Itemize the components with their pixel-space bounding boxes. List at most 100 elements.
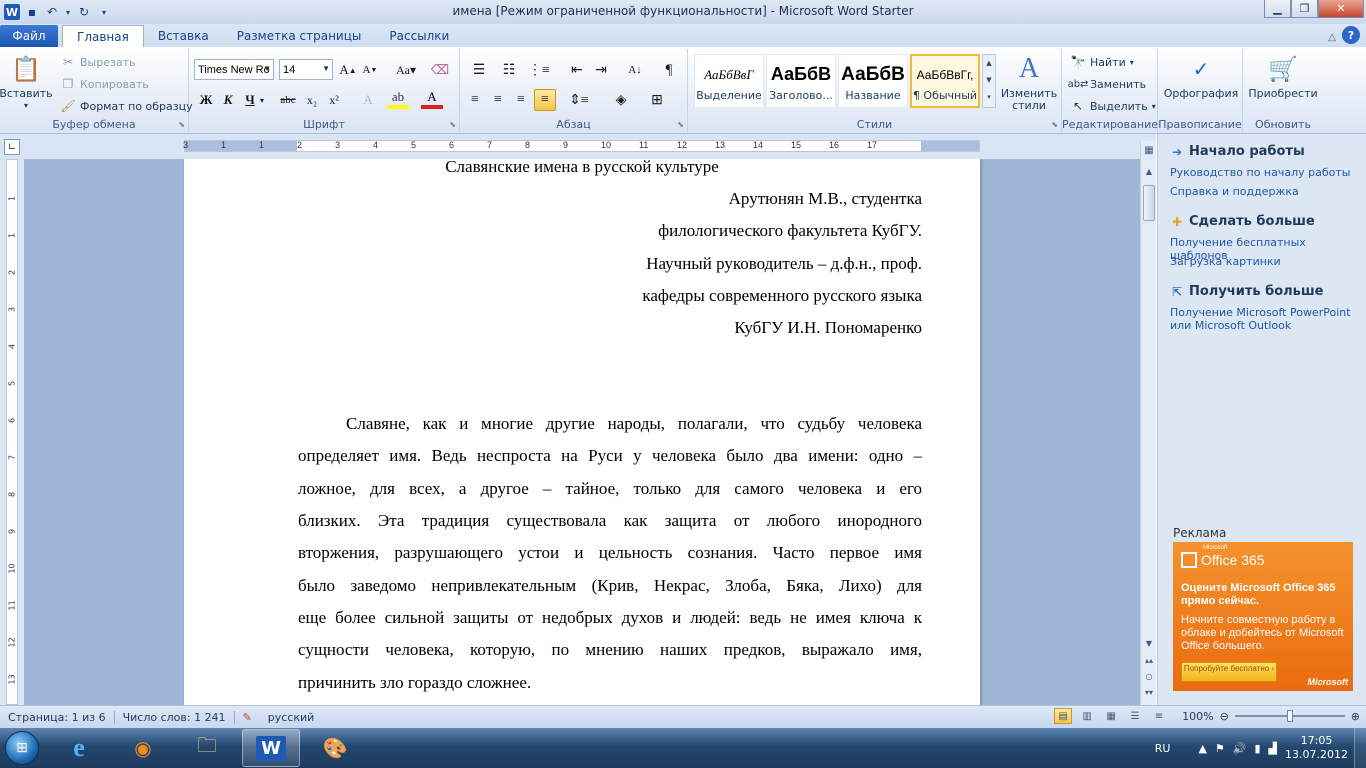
line-spacing-button[interactable]: ⇕≡ [568, 89, 590, 111]
purchase-button[interactable]: 🛒 Приобрести [1245, 53, 1321, 100]
zoom-slider[interactable] [1234, 709, 1345, 723]
dialog-launcher-icon[interactable]: ⬊ [677, 120, 684, 129]
print-layout-view-button[interactable]: ▤ [1054, 708, 1073, 724]
multilevel-list-button[interactable]: ⋮≡ [528, 59, 550, 81]
underline-dropdown-icon[interactable]: ▾ [257, 89, 267, 111]
task-pane-link[interactable]: Справка и поддержка [1170, 185, 1360, 198]
undo-dropdown-icon[interactable]: ▾ [64, 4, 72, 20]
ruler-strip[interactable]: 3 1 1 2 3 4 5 6 7 8 9 10 11 12 13 14 15 16 17 [183, 140, 980, 152]
previous-page-icon[interactable]: ▴▴ [1143, 656, 1155, 665]
style-heading[interactable]: АаБбВ Заголово... [766, 54, 836, 108]
document-area[interactable]: Славянские имена в русской культуре Арут… [24, 159, 1140, 705]
vertical-scrollbar[interactable]: ▦ ▲ ▼ ▴▴ ○ ▾▾ [1140, 141, 1156, 705]
document-page[interactable]: Славянские имена в русской культуре Арут… [184, 159, 980, 705]
dialog-launcher-icon[interactable]: ⬊ [178, 120, 185, 129]
find-button[interactable]: 🔭 Найти ▾ [1070, 54, 1134, 70]
format-painter-button[interactable]: 🖌 Формат по образцу [60, 98, 192, 114]
paint-icon[interactable]: 🎨 [306, 729, 364, 767]
repeat-icon[interactable]: ↻ [76, 4, 92, 20]
volume-icon[interactable]: 🔊 [1233, 742, 1247, 755]
sort-button[interactable]: А↓ [624, 59, 646, 81]
tab-file[interactable]: Файл [0, 25, 58, 47]
zoom-level[interactable]: 100% [1182, 710, 1213, 723]
full-screen-view-button[interactable]: ▥ [1078, 708, 1096, 724]
minimize-ribbon-icon[interactable]: △ [1328, 32, 1336, 43]
decrease-indent-button[interactable]: ⇤ [566, 59, 588, 81]
network-icon[interactable]: ▟ [1269, 742, 1277, 755]
ruler-toggle-icon[interactable]: ▦ [1143, 145, 1155, 156]
change-case-button[interactable]: Aa▾ [391, 59, 421, 81]
select-button[interactable]: ↖ Выделить ▾ [1070, 98, 1156, 114]
replace-button[interactable]: ab⇄ Заменить [1068, 76, 1147, 92]
language-indicator[interactable]: RU [1155, 742, 1171, 755]
subscript-button[interactable]: x₂ [301, 89, 323, 111]
task-pane-link[interactable]: Загрузка картинки [1170, 255, 1360, 268]
browse-object-icon[interactable]: ○ [1143, 672, 1155, 681]
close-button[interactable]: ✕ [1318, 0, 1364, 18]
task-pane-link[interactable]: Получение Microsoft PowerPoint или Micro… [1170, 306, 1360, 332]
bold-button[interactable]: Ж [195, 89, 217, 111]
spelling-button[interactable]: ✓ Орфография [1162, 53, 1240, 100]
start-button[interactable]: ⊞ [0, 728, 44, 768]
next-page-icon[interactable]: ▾▾ [1143, 688, 1155, 697]
style-title[interactable]: АаБбВ Название [838, 54, 908, 108]
scroll-up-arrow[interactable]: ▲ [1143, 167, 1155, 176]
style-normal[interactable]: АаБбВвГг, ¶ Обычный [910, 54, 980, 108]
font-color-button[interactable]: A [421, 89, 443, 109]
scrollbar-thumb[interactable] [1143, 185, 1155, 221]
ad-cta-button[interactable]: Попробуйте бесплатно › [1181, 662, 1277, 682]
styles-scroll[interactable]: ▲ ▼ ▾ [982, 54, 996, 108]
help-icon[interactable]: ? [1342, 26, 1360, 44]
highlight-button[interactable]: ab [387, 89, 409, 109]
dialog-launcher-icon[interactable]: ⬊ [1051, 120, 1058, 129]
office365-ad[interactable]: Microsoft Office 365 Оцените Microsoft O… [1173, 542, 1353, 691]
customize-qat-icon[interactable]: ▾ [96, 4, 112, 20]
strikethrough-button[interactable]: abc [277, 89, 299, 111]
superscript-button[interactable]: x² [323, 89, 345, 111]
zoom-knob[interactable] [1286, 710, 1293, 722]
action-center-icon[interactable]: ⚑ [1215, 742, 1225, 755]
align-right-button[interactable]: ≡ [510, 89, 532, 111]
tab-mailings[interactable]: Рассылки [375, 25, 463, 47]
shrink-font-button[interactable]: A ▼ [359, 59, 381, 81]
tab-page-layout[interactable]: Разметка страницы [223, 25, 376, 47]
copy-button[interactable]: ❐ Копировать [60, 76, 149, 92]
tab-insert[interactable]: Вставка [144, 25, 223, 47]
word-taskbar-icon[interactable]: W [242, 729, 300, 767]
increase-indent-button[interactable]: ⇥ [590, 59, 612, 81]
language-status[interactable]: русский [260, 711, 323, 724]
style-emphasis[interactable]: АаБбВвГ Выделение [694, 54, 764, 108]
change-styles-button[interactable]: A Изменить стили [1000, 53, 1058, 112]
task-pane-link[interactable]: Руководство по началу работы [1170, 166, 1360, 179]
file-explorer-icon[interactable]: 🗀 [178, 729, 236, 767]
internet-explorer-icon[interactable]: e [50, 729, 108, 767]
page-count[interactable]: Страница: 1 из 6 [0, 710, 115, 724]
cut-button[interactable]: ✂ Вырезать [60, 54, 136, 70]
minimize-button[interactable]: ▁ [1264, 0, 1291, 18]
dialog-launcher-icon[interactable]: ⬊ [449, 120, 456, 129]
numbering-button[interactable]: ☷ [498, 59, 520, 81]
maximize-button[interactable]: ❐ [1291, 0, 1318, 18]
show-marks-button[interactable]: ¶ [658, 59, 680, 81]
draft-view-button[interactable]: ≡ [1150, 708, 1168, 724]
align-left-button[interactable]: ≡ [464, 89, 486, 111]
clock[interactable]: 17:05 13.07.2012 [1285, 734, 1348, 762]
font-name-combo[interactable]: Times New Ro ▼ [194, 59, 274, 80]
undo-icon[interactable]: ↶ [44, 4, 60, 20]
web-layout-view-button[interactable]: ▦ [1102, 708, 1120, 724]
word-count[interactable]: Число слов: 1 241 [115, 710, 235, 724]
bullets-button[interactable]: ☰ [468, 59, 490, 81]
borders-button[interactable]: ⊞ [646, 89, 668, 111]
tray-expand-icon[interactable]: ▲ [1198, 742, 1206, 755]
align-center-button[interactable]: ≡ [487, 89, 509, 111]
power-icon[interactable]: ▮ [1254, 742, 1260, 755]
zoom-out-icon[interactable]: ⊖ [1220, 710, 1229, 723]
proofing-status-icon[interactable]: ✎ [235, 711, 260, 724]
show-desktop-button[interactable] [1354, 728, 1366, 768]
text-effects-button[interactable]: A [357, 89, 379, 111]
font-size-combo[interactable]: 14 ▼ [279, 59, 333, 80]
zoom-in-icon[interactable]: ⊕ [1351, 710, 1360, 723]
tab-home[interactable]: Главная [62, 25, 144, 47]
tab-selector[interactable]: ∟ [4, 139, 20, 155]
shading-button[interactable]: ◈ [610, 89, 632, 111]
